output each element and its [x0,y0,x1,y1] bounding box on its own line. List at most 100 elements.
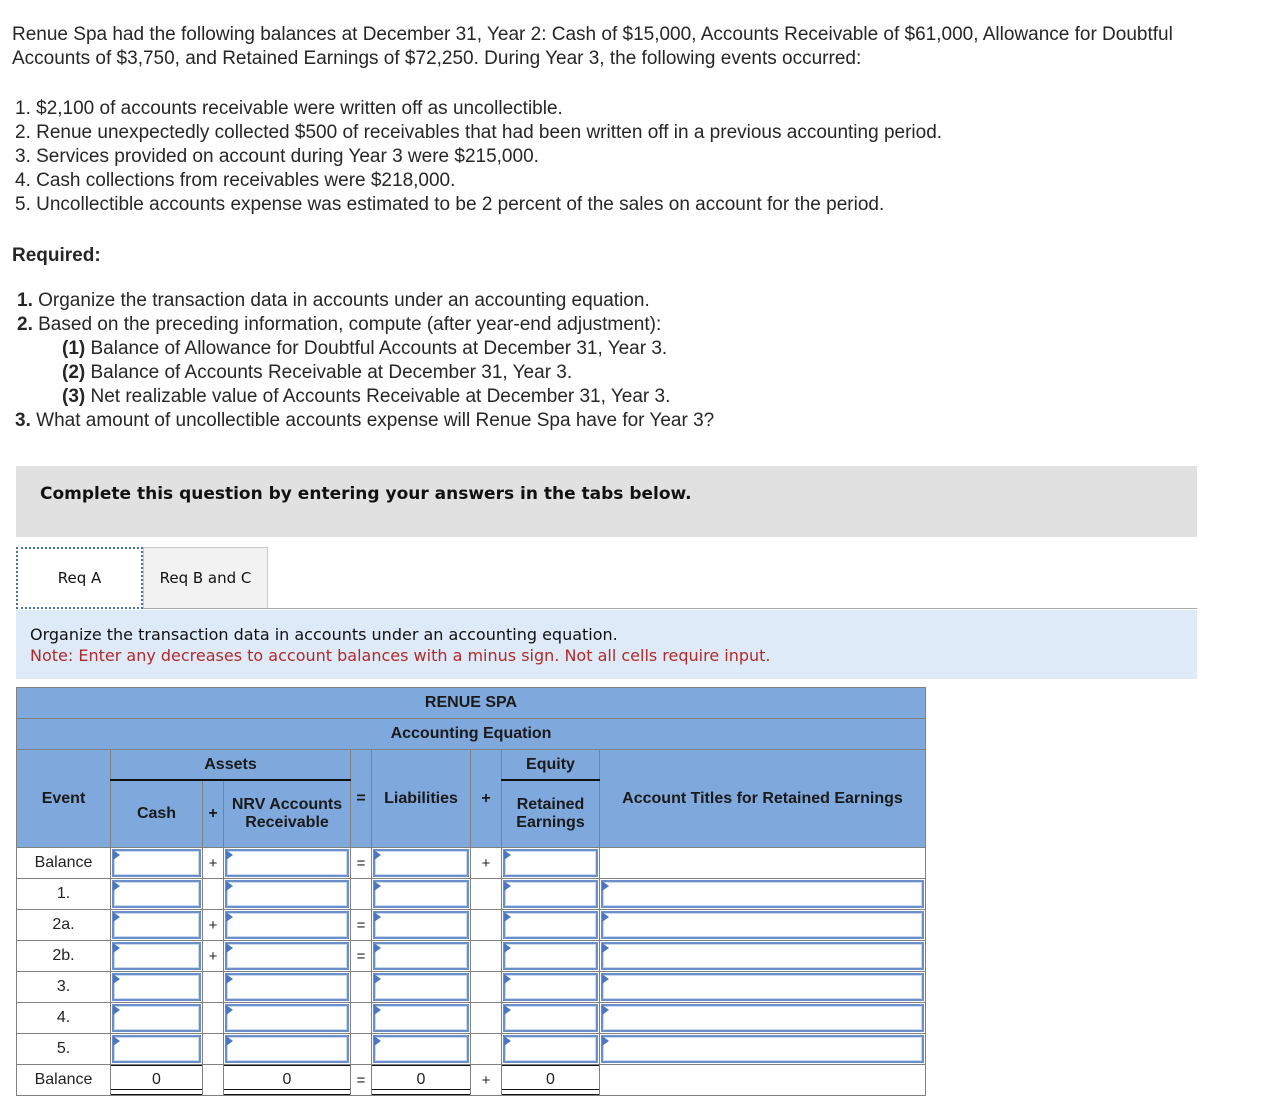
liabilities-input[interactable] [373,849,469,877]
retained-earnings-cell [501,878,600,910]
header-assets: Assets [110,749,351,781]
required-number: 2. [17,314,33,335]
cash-cell [110,1002,203,1034]
table-row: 3. [16,971,926,1003]
event-item: 4. Cash collections from receivables wer… [15,170,456,191]
operator-plus [202,1033,224,1065]
nrv-accounts-receivable-cell [223,1033,351,1065]
nrv-accounts-receivable-cell [223,1002,351,1034]
nrv-accounts-receivable-input[interactable] [225,1004,349,1032]
nrv-accounts-receivable-input[interactable] [225,880,349,908]
instruction-banner: Complete this question by entering your … [16,466,1197,537]
cash-input[interactable] [112,911,201,939]
required-text: Balance of Accounts Receivable at Decemb… [85,362,573,383]
event-item: 1. $2,100 of accounts receivable were wr… [15,98,563,119]
retained-earnings-input[interactable] [503,1035,598,1063]
required-subitem: (3) Net realizable value of Accounts Rec… [17,385,714,409]
operator-equals [350,878,372,910]
total-liabilities: 0 [371,1064,471,1096]
nrv-accounts-receivable-input[interactable] [225,942,349,970]
liabilities-input[interactable] [373,973,469,1001]
account-title-input[interactable] [601,880,924,908]
company-name: RENUE SPA [16,687,926,719]
cash-input[interactable] [112,1004,201,1032]
header-equals: = [350,749,372,848]
table-row: 1. [16,878,926,910]
retained-earnings-cell [501,1002,600,1034]
liabilities-cell [371,1002,471,1034]
tab-req-b-and-c[interactable]: Req B and C [143,547,268,608]
event-label: 1. [16,878,111,910]
table-row: 2b. + = [16,940,926,972]
instructions-note: Note: Enter any decreases to account bal… [30,646,771,665]
cash-input[interactable] [112,942,201,970]
event-label: Balance [16,1064,111,1096]
operator-plus: + [470,847,502,879]
cash-cell [110,878,203,910]
retained-earnings-input[interactable] [503,849,598,877]
operator-plus [470,878,502,910]
liabilities-cell [371,847,471,879]
cash-input[interactable] [112,1035,201,1063]
account-title-cell [599,1002,926,1034]
event-item: 3. Services provided on account during Y… [15,146,539,167]
required-subitem: (2) Balance of Accounts Receivable at De… [17,361,714,385]
account-title-empty [599,847,926,879]
required-subitem: (1) Balance of Allowance for Doubtful Ac… [17,337,714,361]
nrv-accounts-receivable-input[interactable] [225,973,349,1001]
retained-earnings-cell [501,1033,600,1065]
event-label: 5. [16,1033,111,1065]
account-title-cell [599,971,926,1003]
retained-earnings-input[interactable] [503,880,598,908]
operator-plus [470,909,502,941]
operator-equals: = [350,847,372,879]
cash-input[interactable] [112,973,201,1001]
retained-earnings-input[interactable] [503,973,598,1001]
account-title-cell [599,940,926,972]
tab-req-a[interactable]: Req A [16,547,143,609]
account-title-input[interactable] [601,973,924,1001]
total-retained-earnings: 0 [501,1064,600,1096]
account-title-input[interactable] [601,942,924,970]
operator-plus [202,1002,224,1034]
retained-earnings-input[interactable] [503,942,598,970]
nrv-accounts-receivable-cell [223,909,351,941]
nrv-accounts-receivable-input[interactable] [225,1035,349,1063]
account-title-input[interactable] [601,911,924,939]
cash-input[interactable] [112,880,201,908]
required-number: (1) [62,338,86,359]
liabilities-input[interactable] [373,880,469,908]
account-title-input[interactable] [601,1004,924,1032]
events-list: 1. $2,100 of accounts receivable were wr… [15,97,942,217]
required-item: 3. What amount of uncollectible accounts… [15,409,714,433]
cash-input[interactable] [112,849,201,877]
account-title-cell [599,1033,926,1065]
operator-plus [202,1064,224,1096]
cash-cell [110,909,203,941]
liabilities-input[interactable] [373,1004,469,1032]
required-text: What amount of uncollectible accounts ex… [30,410,715,431]
operator-plus [470,1002,502,1034]
account-title-cell [599,909,926,941]
nrv-accounts-receivable-cell [223,847,351,879]
header-account-titles: Account Titles for Retained Earnings [599,749,926,848]
operator-plus [202,971,224,1003]
liabilities-input[interactable] [373,942,469,970]
event-item: 2. Renue unexpectedly collected $500 of … [15,122,943,143]
nrv-accounts-receivable-input[interactable] [225,849,349,877]
accounting-equation-table: RENUE SPA Accounting Equation Event Asse… [16,687,926,1096]
liabilities-input[interactable] [373,911,469,939]
nrv-accounts-receivable-input[interactable] [225,911,349,939]
operator-equals: = [350,1064,372,1096]
account-title-empty [599,1064,926,1096]
account-title-input[interactable] [601,1035,924,1063]
event-label: Balance [16,847,111,879]
problem-intro: Renue Spa had the following balances at … [12,24,1173,69]
event-item: 5. Uncollectible accounts expense was es… [15,194,885,215]
retained-earnings-input[interactable] [503,1004,598,1032]
nrv-accounts-receivable-cell [223,878,351,910]
header-retained-earnings: Retained Earnings [501,779,600,848]
table-row: 2a. + = [16,909,926,941]
retained-earnings-input[interactable] [503,911,598,939]
liabilities-input[interactable] [373,1035,469,1063]
